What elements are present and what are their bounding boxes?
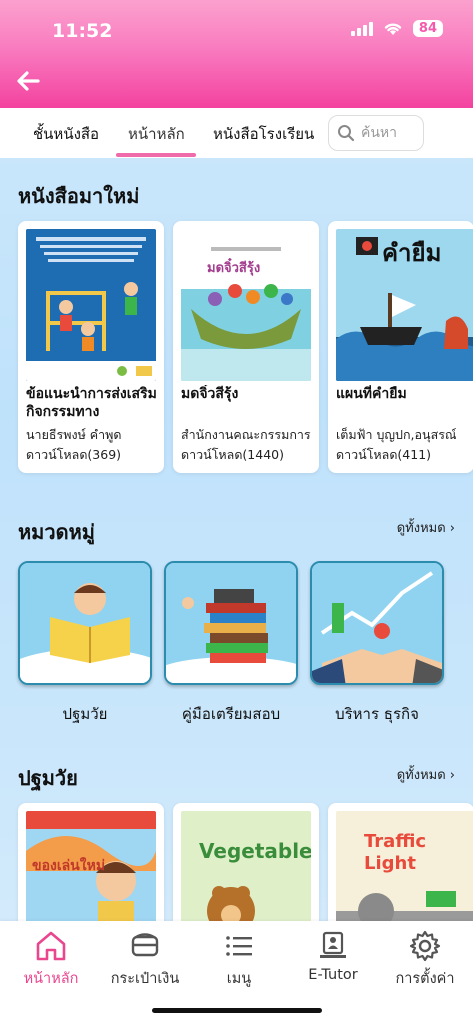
gear-icon — [409, 930, 441, 962]
arrow-left-icon[interactable] — [14, 66, 44, 96]
wifi-icon — [384, 23, 402, 35]
book-title: มดจิ๋วสีรุ้ง — [181, 386, 239, 402]
search-icon — [338, 125, 355, 142]
signal-icon — [350, 21, 373, 36]
book-author: เต็มฟ้า บุญปก,อนุสรณ์ — [336, 427, 457, 442]
wallet-icon — [131, 933, 159, 957]
category-label: คู่มือเตรียมสอบ — [181, 705, 281, 723]
category-tile-business[interactable] — [310, 561, 444, 685]
see-all-categories-link[interactable]: ดูทั้งหมด › — [397, 517, 455, 538]
book-cover: คำยืม — [336, 229, 473, 381]
search-input[interactable]: ค้นหา — [328, 115, 424, 151]
book-downloads: ดาวน์โหลด(1440) — [181, 447, 284, 462]
home-icon — [36, 931, 66, 961]
section-title-categories: หมวดหมู่ — [18, 520, 95, 544]
nav-label: กระเป๋าเงิน — [110, 971, 180, 987]
book-cover: มดจิ๋วสีรุ้ง — [181, 229, 311, 381]
nav-label: เมนู — [226, 971, 252, 987]
see-all-early-childhood-link[interactable]: ดูทั้งหมด › — [397, 764, 455, 785]
see-all-label: ดูทั้งหมด — [396, 521, 446, 536]
category-tile-early-childhood[interactable] — [18, 561, 152, 685]
section-title-early-childhood: ปฐมวัย — [18, 766, 78, 790]
book-title: ข้อแนะนำการส่งเสริมกิจกรรมทาง — [26, 386, 157, 420]
status-time: 11:52 — [52, 20, 113, 42]
nav-etutor[interactable]: E-Tutor — [286, 929, 380, 983]
book-card[interactable]: มดจิ๋วสีรุ้ง มดจิ๋วสีรุ้ง สำนักงานคณะกรร… — [173, 221, 319, 473]
tab-bookshelf[interactable]: ชั้นหนังสือ — [33, 122, 99, 146]
tab-home[interactable]: หน้าหลัก — [128, 122, 185, 146]
cover-title: มดจิ๋วสีรุ้ง — [207, 261, 261, 276]
category-label: บริหาร ธุรกิจ — [335, 705, 419, 723]
book-cover — [26, 229, 156, 381]
book-title: แผนที่คำยืม — [336, 386, 407, 402]
book-card[interactable]: ข้อแนะนำการส่งเสริมกิจกรรมทาง นายธีรพงษ์… — [18, 221, 164, 473]
active-tab-indicator — [116, 153, 196, 157]
cover-title: Traffic Light — [364, 831, 427, 874]
cover-title: ของเล่นใหม่ — [32, 858, 106, 874]
battery-indicator: 84 — [412, 20, 443, 37]
search-placeholder: ค้นหา — [361, 125, 398, 141]
nav-home[interactable]: หน้าหลัก — [4, 929, 98, 990]
see-all-label: ดูทั้งหมด — [396, 768, 446, 783]
status-icons: 84 — [350, 20, 443, 37]
section-title-new-books: หนังสือมาใหม่ — [18, 184, 140, 208]
nav-label: E-Tutor — [308, 967, 358, 983]
menu-icon — [226, 936, 252, 956]
tutor-icon — [320, 931, 346, 958]
nav-label: หน้าหลัก — [23, 971, 79, 987]
app-header: 11:52 84 — [0, 0, 473, 108]
nav-settings[interactable]: การตั้งค่า — [378, 929, 472, 990]
cover-title: Vegetables — [199, 839, 311, 863]
book-downloads: ดาวน์โหลด(411) — [336, 447, 432, 462]
nav-menu[interactable]: เมนู — [192, 929, 286, 990]
book-author: นายธีรพงษ์ คำพูด — [26, 427, 122, 442]
category-tile-exam-prep[interactable] — [164, 561, 298, 685]
book-downloads: ดาวน์โหลด(369) — [26, 447, 122, 462]
cover-title: คำยืม — [382, 239, 442, 267]
nav-label: การตั้งค่า — [395, 971, 455, 987]
book-card[interactable]: คำยืม แผนที่คำยืม เต็มฟ้า บุญปก,อนุสรณ์ … — [328, 221, 473, 473]
tab-school-books[interactable]: หนังสือโรงเรียน — [213, 122, 314, 146]
nav-wallet[interactable]: กระเป๋าเงิน — [98, 929, 192, 990]
home-indicator — [152, 1008, 322, 1013]
category-label: ปฐมวัย — [62, 705, 108, 723]
book-author: สำนักงานคณะกรรมการ — [181, 427, 311, 442]
